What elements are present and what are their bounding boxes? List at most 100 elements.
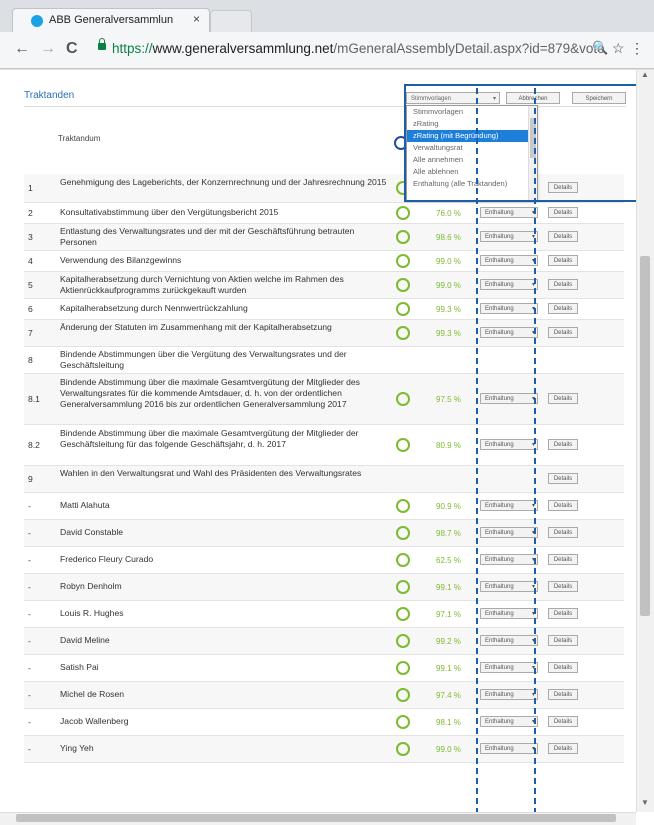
approval-percentage: 76.0 % [436, 209, 461, 218]
horizontal-scroll-thumb[interactable] [16, 814, 616, 822]
highlight-dashed-line [536, 200, 652, 202]
row-text: David Meline [60, 635, 110, 645]
url-scheme: https:// [112, 41, 153, 56]
row-number: 8.1 [28, 394, 40, 404]
address-bar[interactable]: https://www.generalversammlung.net/mGene… [92, 37, 625, 61]
status-circle-icon [396, 715, 410, 729]
status-circle-icon [396, 661, 410, 675]
row-number: 2 [28, 208, 33, 218]
row-number: - [28, 636, 31, 646]
status-circle-icon [396, 254, 410, 268]
approval-percentage: 98.7 % [436, 529, 461, 538]
section-title: Traktanden [24, 90, 75, 101]
new-tab-button[interactable] [210, 10, 252, 33]
lock-icon [98, 38, 106, 50]
details-button[interactable]: Details [548, 255, 578, 266]
row-number: - [28, 717, 31, 727]
details-button[interactable]: Details [548, 393, 578, 404]
approval-percentage: 97.4 % [436, 691, 461, 700]
approval-percentage: 99.0 % [436, 257, 461, 266]
status-circle-icon [396, 688, 410, 702]
vertical-scroll-thumb[interactable] [640, 256, 650, 616]
details-button[interactable]: Details [548, 716, 578, 727]
status-circle-icon [396, 438, 410, 452]
approval-percentage: 80.9 % [436, 441, 461, 450]
details-button[interactable]: Details [548, 327, 578, 338]
approval-percentage: 97.1 % [436, 610, 461, 619]
approval-percentage: 99.0 % [436, 281, 461, 290]
back-icon[interactable]: ← [14, 40, 30, 58]
row-number: - [28, 582, 31, 592]
approval-percentage: 99.2 % [436, 637, 461, 646]
row-text: Frederico Fleury Curado [60, 554, 154, 564]
details-button[interactable]: Details [548, 743, 578, 754]
row-text: Kapitalherabsetzung durch Nennwertrückza… [60, 303, 248, 313]
status-circle-icon [396, 302, 410, 316]
details-button[interactable]: Details [548, 581, 578, 592]
forward-icon[interactable]: → [40, 40, 56, 58]
status-circle-icon [396, 230, 410, 244]
zoom-icon[interactable]: 🔍 [592, 40, 608, 56]
scroll-down-icon[interactable]: ▼ [641, 798, 649, 807]
scroll-up-icon[interactable]: ▲ [641, 70, 649, 79]
status-circle-icon [396, 742, 410, 756]
row-text: Kapitalherabsetzung durch Vernichtung vo… [60, 274, 344, 295]
approval-percentage: 99.3 % [436, 329, 461, 338]
row-number: 3 [28, 232, 33, 242]
approval-percentage: 98.6 % [436, 233, 461, 242]
details-button[interactable]: Details [548, 554, 578, 565]
details-button[interactable]: Details [548, 439, 578, 450]
browser-chrome: ABB Generalversammlun × ← → C https://ww… [0, 0, 654, 70]
status-circle-icon [396, 499, 410, 513]
tab-title: ABB Generalversammlun [49, 14, 174, 26]
row-text: David Constable [60, 527, 124, 537]
row-number: 6 [28, 304, 33, 314]
details-button[interactable]: Details [548, 527, 578, 538]
details-button[interactable]: Details [548, 689, 578, 700]
row-text: Konsultativabstimmung über den Vergütung… [60, 207, 279, 217]
details-button[interactable]: Details [548, 473, 578, 484]
approval-percentage: 90.9 % [436, 502, 461, 511]
column-header-traktandum: Traktandum [58, 134, 101, 143]
row-text: Ying Yeh [60, 743, 94, 753]
row-number: - [28, 528, 31, 538]
row-number: - [28, 690, 31, 700]
row-number: - [28, 744, 31, 754]
row-text: Bindende Abstimmung über die maximale Ge… [60, 377, 360, 409]
status-circle-icon [396, 553, 410, 567]
row-text: Satish Pai [60, 662, 99, 672]
details-button[interactable]: Details [548, 279, 578, 290]
row-text: Bindende Abstimmung über die maximale Ge… [60, 428, 359, 449]
details-button[interactable]: Details [548, 662, 578, 673]
row-number: - [28, 663, 31, 673]
browser-menu-icon[interactable]: ⋮ [630, 40, 644, 57]
row-text: Änderung der Statuten im Zusammenhang mi… [60, 322, 332, 332]
details-button[interactable]: Details [548, 608, 578, 619]
row-number: 1 [28, 183, 33, 193]
row-text: Wahlen in den Verwaltungsrat und Wahl de… [60, 468, 362, 478]
url-text: https://www.generalversammlung.net/mGene… [112, 41, 605, 56]
approval-percentage: 62.5 % [436, 556, 461, 565]
status-circle-icon [396, 526, 410, 540]
details-button[interactable]: Details [548, 635, 578, 646]
details-button[interactable]: Details [548, 231, 578, 242]
approval-percentage: 99.1 % [436, 664, 461, 673]
row-number: 8.2 [28, 440, 40, 450]
details-button[interactable]: Details [548, 500, 578, 511]
status-circle-icon [396, 326, 410, 340]
browser-tab[interactable]: ABB Generalversammlun × [12, 8, 210, 33]
bookmark-star-icon[interactable]: ☆ [612, 40, 625, 57]
approval-percentage: 99.0 % [436, 745, 461, 754]
approval-percentage: 99.3 % [436, 305, 461, 314]
row-number: 9 [28, 474, 33, 484]
reload-icon[interactable]: C [66, 40, 78, 58]
row-number: 5 [28, 280, 33, 290]
details-button[interactable]: Details [548, 207, 578, 218]
tab-close-icon[interactable]: × [193, 12, 200, 26]
details-button[interactable]: Details [548, 303, 578, 314]
row-number: - [28, 609, 31, 619]
row-text: Verwendung des Bilanzgewinns [60, 255, 182, 265]
row-number: 8 [28, 355, 33, 365]
url-path: /mGeneralAssemblyDetail.aspx?id=879&vote [333, 41, 605, 56]
row-number: - [28, 501, 31, 511]
